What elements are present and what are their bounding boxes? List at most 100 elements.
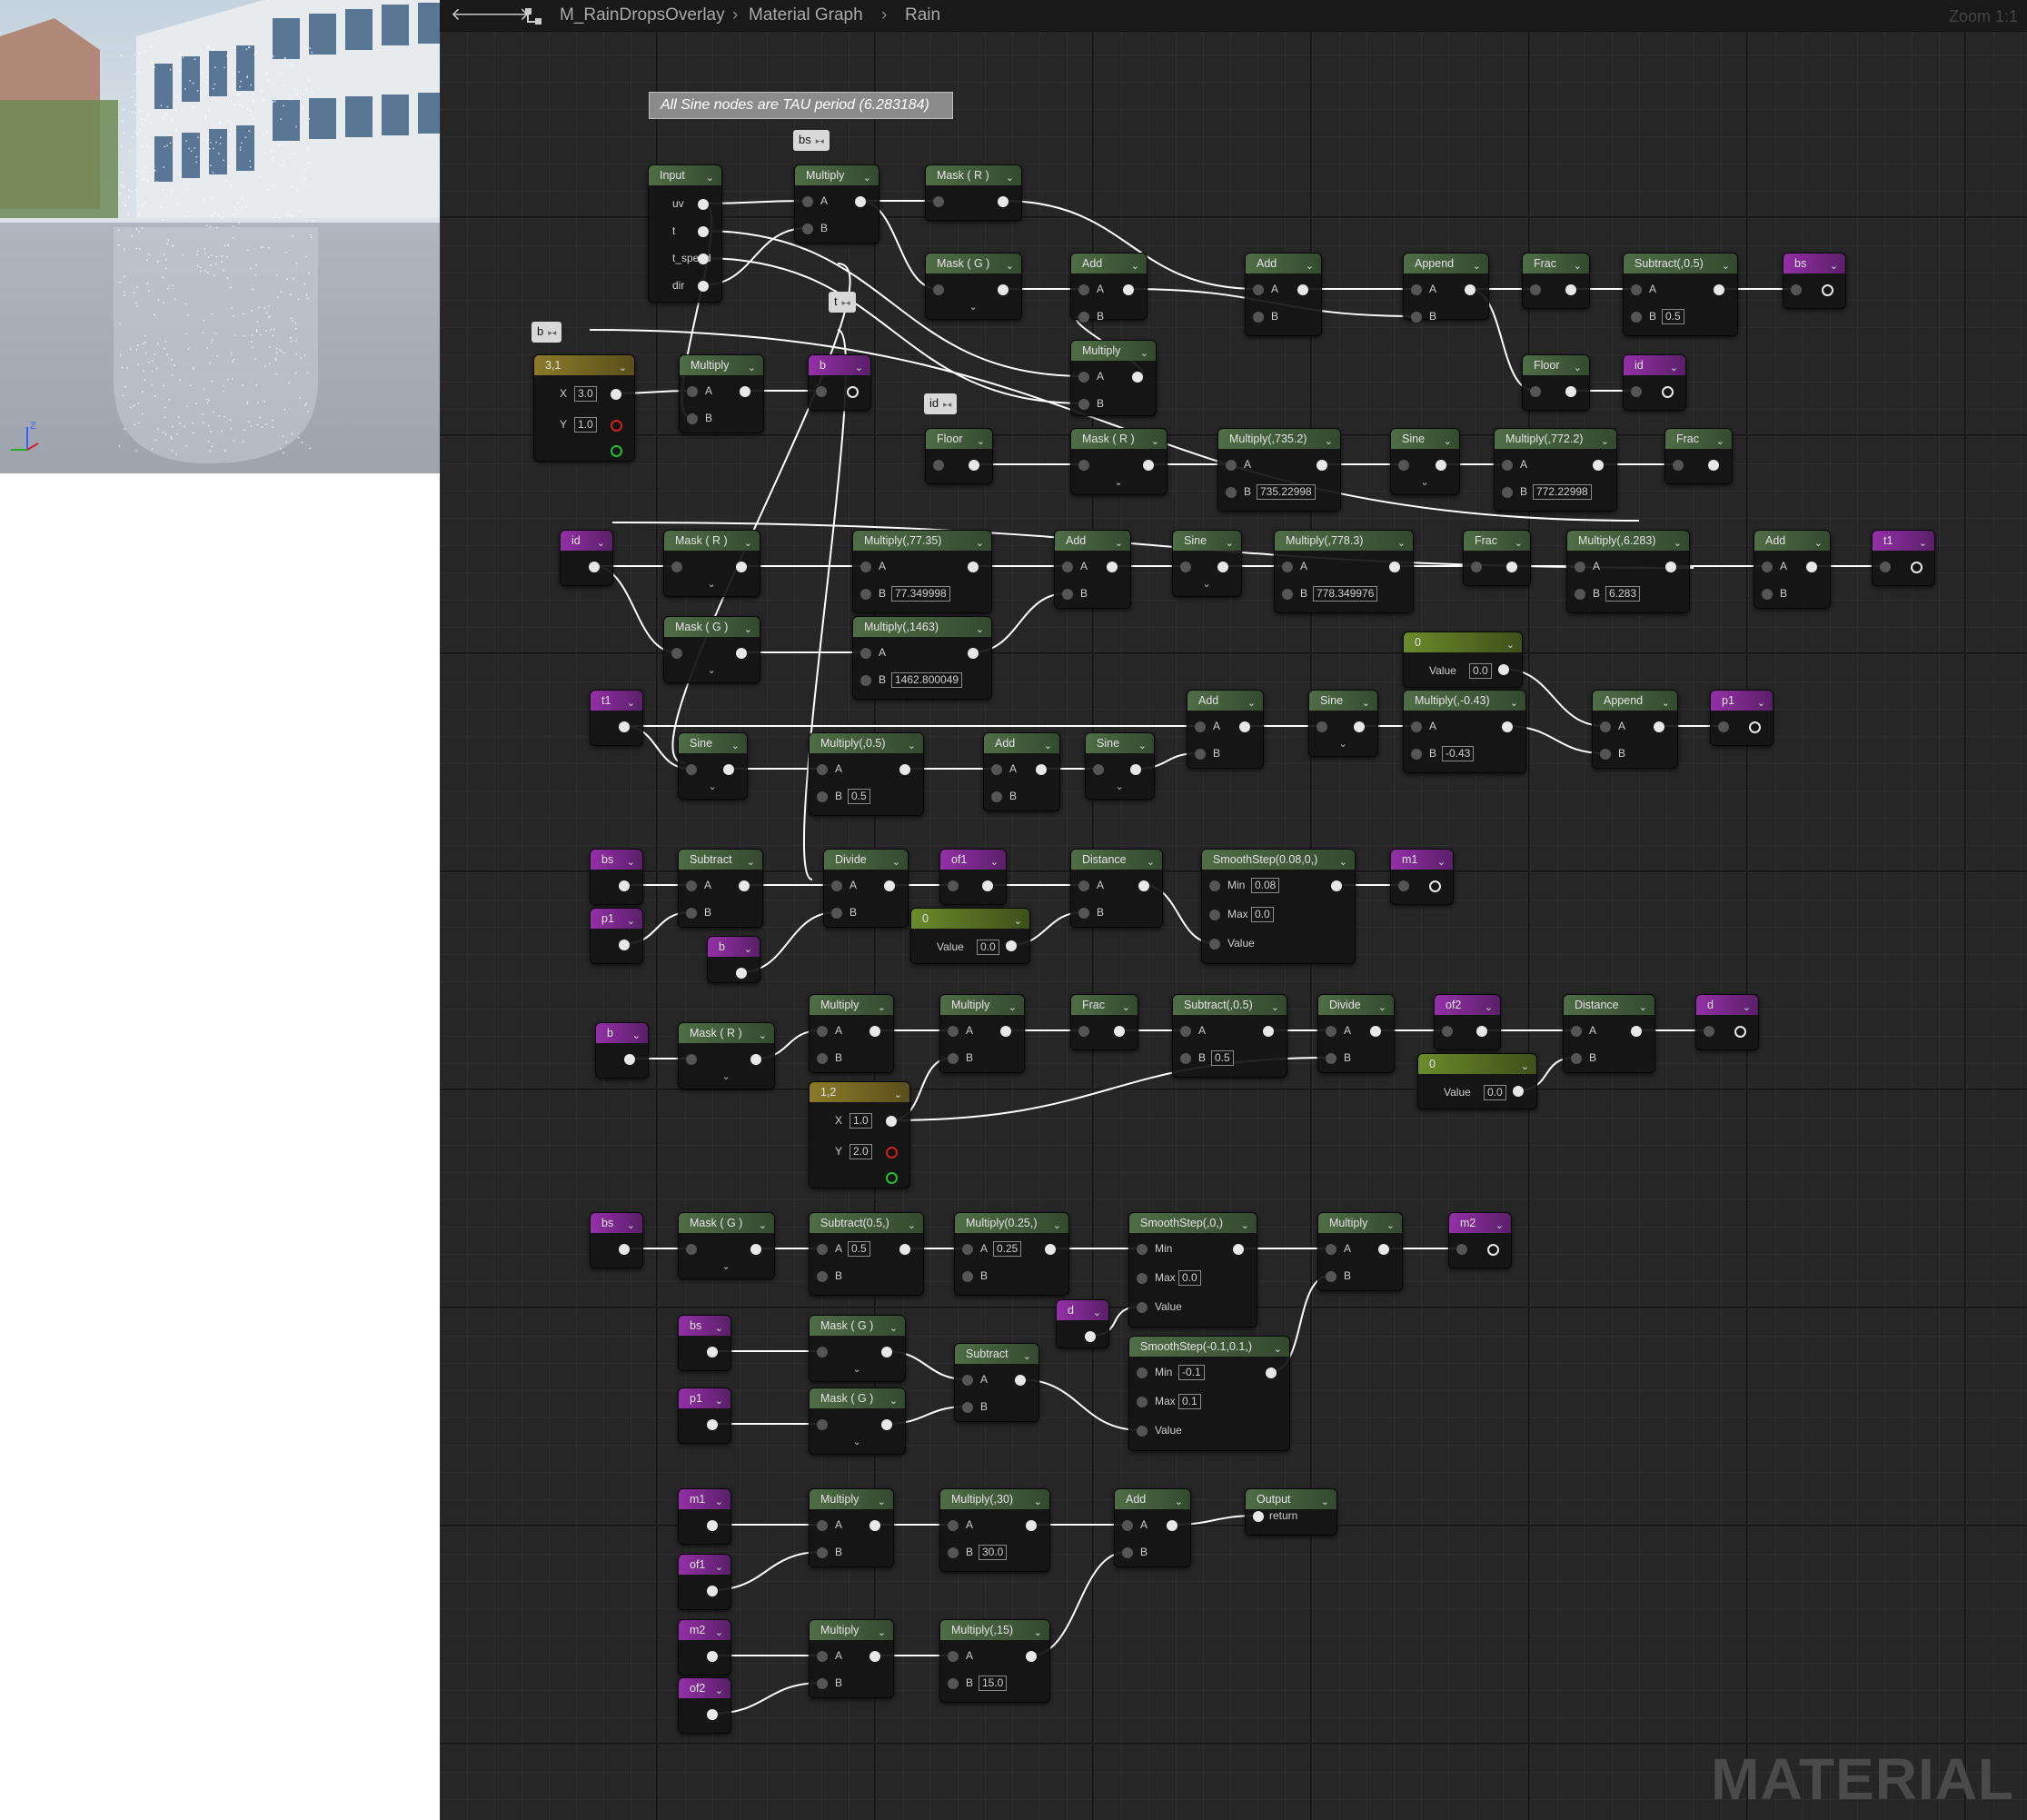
expand-caret-icon[interactable]: ⌄ <box>1116 781 1124 792</box>
output-pin[interactable] <box>1167 1520 1177 1531</box>
node-b-out[interactable]: b ⌄ <box>808 354 871 411</box>
node-add7[interactable]: Add ⌄ A B <box>1114 1488 1191 1567</box>
output-pin[interactable] <box>1513 1086 1524 1097</box>
node-sine1[interactable]: Sine ⌄ ⌄ <box>1390 428 1460 495</box>
output-pin[interactable] <box>1143 460 1154 471</box>
node-t1-in[interactable]: t1 ⌄ <box>590 690 643 746</box>
input-pin[interactable] <box>671 562 682 572</box>
input-pin[interactable] <box>1137 1244 1148 1255</box>
node-mul7735[interactable]: Multiply(,77.35) ⌄ A B 77.349998 <box>852 530 992 613</box>
node-sine4[interactable]: Sine ⌄ ⌄ <box>1085 732 1155 800</box>
node-mask-g5[interactable]: Mask ( G ) ⌄ ⌄ <box>809 1315 906 1382</box>
output-exec-pin[interactable] <box>1749 721 1761 733</box>
pin-value-field[interactable]: 772.22998 <box>1533 484 1592 500</box>
output-pin[interactable] <box>698 226 709 237</box>
node-b-in2[interactable]: b ⌄ <box>595 1022 649 1079</box>
input-pin[interactable] <box>1502 460 1513 471</box>
node-mulm043[interactable]: Multiply(,-0.43) ⌄ A B -0.43 <box>1403 690 1526 773</box>
output-pin[interactable] <box>736 968 747 979</box>
node-add2[interactable]: Add ⌄ A B <box>1245 253 1322 336</box>
chevron-down-icon[interactable]: ⌄ <box>1140 343 1148 363</box>
chevron-down-icon[interactable]: ⌄ <box>1716 432 1724 452</box>
chevron-down-icon[interactable]: ⌄ <box>627 911 635 931</box>
chevron-down-icon[interactable]: ⌄ <box>627 1216 635 1236</box>
pin-value-field[interactable]: 0.0 <box>1178 1270 1201 1286</box>
input-pin[interactable] <box>1062 562 1073 572</box>
output-pin[interactable] <box>1654 721 1664 732</box>
chevron-down-icon[interactable]: ⌄ <box>1241 1216 1249 1236</box>
chevron-down-icon[interactable]: ⌄ <box>747 852 755 872</box>
input-pin[interactable] <box>816 386 827 397</box>
chevron-down-icon[interactable]: ⌄ <box>1151 432 1159 452</box>
input-pin[interactable] <box>1456 1244 1467 1255</box>
chevron-down-icon[interactable]: ⌄ <box>977 432 985 452</box>
chevron-down-icon[interactable]: ⌄ <box>1247 693 1256 713</box>
input-pin[interactable] <box>962 1402 973 1413</box>
input-pin[interactable] <box>671 648 682 659</box>
chevron-down-icon[interactable]: ⌄ <box>1034 1623 1042 1643</box>
node-of1-var[interactable]: of1 ⌄ <box>939 849 1007 905</box>
named-reroute-bubble-t[interactable]: t ▸◂ <box>829 292 856 313</box>
input-pin[interactable] <box>1442 1026 1453 1037</box>
input-pin[interactable] <box>1317 721 1327 732</box>
chevron-down-icon[interactable]: ⌄ <box>1175 1492 1183 1512</box>
input-pin[interactable] <box>1571 1026 1582 1037</box>
input-pin[interactable] <box>1471 562 1482 572</box>
node-append2[interactable]: Append ⌄ A B <box>1592 690 1678 769</box>
input-pin[interactable] <box>1326 1271 1336 1282</box>
chevron-down-icon[interactable]: ⌄ <box>1131 256 1139 276</box>
pin-value-field[interactable]: 3.0 <box>574 386 597 402</box>
output-pin[interactable] <box>589 562 600 572</box>
input-pin[interactable] <box>686 764 697 775</box>
node-subtract2[interactable]: Subtract ⌄ A B <box>954 1343 1039 1422</box>
input-pin[interactable] <box>1326 1244 1336 1255</box>
chevron-down-icon[interactable]: ⌄ <box>1226 533 1234 553</box>
node-sub05c[interactable]: Subtract(0.5,) ⌄ A 0.5 B <box>809 1212 924 1296</box>
output-pin-x[interactable] <box>611 389 621 400</box>
input-pin[interactable] <box>991 764 1002 775</box>
chevron-down-icon[interactable]: ⌄ <box>894 1085 902 1105</box>
input-pin[interactable] <box>1226 487 1237 498</box>
node-sub05[interactable]: Subtract(,0.5) ⌄ A B 0.5 <box>1623 253 1738 336</box>
node-floor2[interactable]: Floor ⌄ <box>1522 354 1590 411</box>
node-m2-in[interactable]: m2 ⌄ <box>678 1619 731 1676</box>
input-pin[interactable] <box>817 1026 828 1037</box>
input-pin[interactable] <box>948 1547 959 1558</box>
input-pin[interactable] <box>1600 721 1611 732</box>
chevron-down-icon[interactable]: ⌄ <box>597 533 605 553</box>
pin-value-field[interactable]: 735.22998 <box>1257 484 1316 500</box>
node-mask-g6[interactable]: Mask ( G ) ⌄ ⌄ <box>809 1387 906 1455</box>
chevron-down-icon[interactable]: ⌄ <box>627 693 635 713</box>
chevron-down-icon[interactable]: ⌄ <box>1743 998 1751 1018</box>
material-preview-viewport[interactable]: Z <box>0 0 440 473</box>
chevron-down-icon[interactable]: ⌄ <box>1009 998 1017 1018</box>
input-pin[interactable] <box>817 1419 828 1430</box>
node-mul05[interactable]: Multiply(,0.5) ⌄ A B 0.5 <box>809 732 924 816</box>
chevron-down-icon[interactable]: ⌄ <box>1339 852 1347 872</box>
output-pin-y[interactable] <box>611 420 622 432</box>
pin-value-field[interactable]: 6.283 <box>1605 586 1641 602</box>
chevron-down-icon[interactable]: ⌄ <box>1437 852 1446 872</box>
output-pin[interactable] <box>1026 1651 1037 1662</box>
input-pin[interactable] <box>1137 1273 1148 1284</box>
chevron-down-icon[interactable]: ⌄ <box>759 1216 767 1236</box>
chevron-down-icon[interactable]: ⌄ <box>878 998 886 1018</box>
output-pin[interactable] <box>1354 721 1365 732</box>
chevron-down-icon[interactable]: ⌄ <box>715 1391 723 1411</box>
input-pin[interactable] <box>1078 1026 1089 1037</box>
node-b-in1[interactable]: b ⌄ <box>707 936 760 983</box>
chevron-down-icon[interactable]: ⌄ <box>1473 256 1481 276</box>
output-pin[interactable] <box>707 1419 718 1430</box>
input-pin[interactable] <box>1226 460 1237 471</box>
chevron-down-icon[interactable]: ⌄ <box>892 852 900 872</box>
node-mul7[interactable]: Multiply ⌄ A B <box>809 1619 894 1698</box>
chevron-down-icon[interactable]: ⌄ <box>1757 693 1765 713</box>
expand-caret-icon[interactable]: ⌄ <box>1115 476 1123 488</box>
chevron-down-icon[interactable]: ⌄ <box>715 1557 723 1577</box>
output-exec-pin[interactable] <box>847 386 859 398</box>
node-const0c[interactable]: 0 ⌄ Value 0.0 <box>1417 1053 1537 1109</box>
input-pin[interactable] <box>1880 562 1891 572</box>
node-mul1463[interactable]: Multiply(,1463) ⌄ A B 1462.800049 <box>852 616 992 700</box>
node-mask-g1[interactable]: Mask ( G ) ⌄ ⌄ <box>925 253 1022 320</box>
pin-value-field[interactable]: 0.5 <box>848 1241 870 1257</box>
